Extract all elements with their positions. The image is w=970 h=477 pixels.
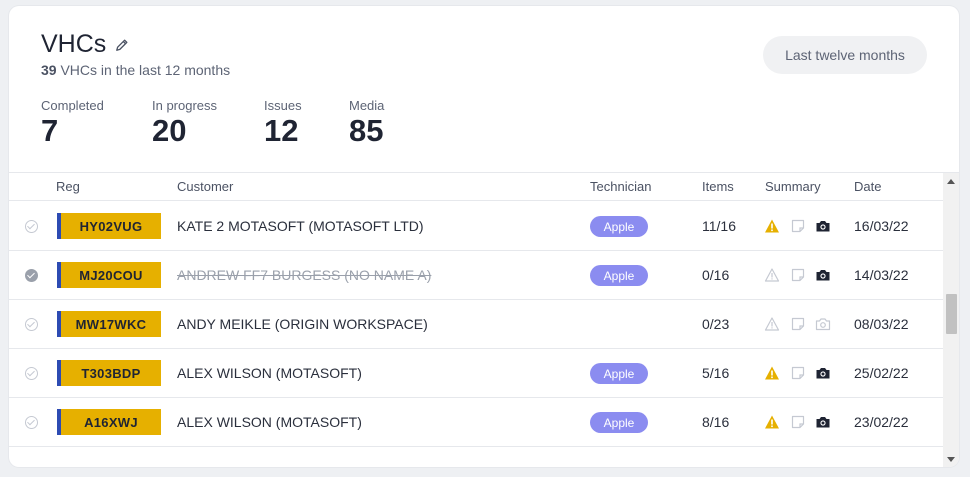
edit-pencil-icon[interactable] bbox=[115, 38, 129, 52]
row-date: 23/02/22 bbox=[854, 414, 909, 430]
customer-name: ANDREW FF7 BURGESS (NO NAME A) bbox=[177, 267, 432, 283]
status-check-icon bbox=[25, 269, 38, 282]
stat-in-progress: In progress 20 bbox=[152, 98, 217, 148]
reg-plate: T303BDP bbox=[57, 360, 161, 386]
table-header: Reg Customer Technician Items Summary Da… bbox=[9, 173, 943, 201]
reg-plate: A16XWJ bbox=[57, 409, 161, 435]
reg-plate: MW17WKC bbox=[57, 311, 161, 337]
row-date: 08/03/22 bbox=[854, 316, 909, 332]
camera-icon bbox=[816, 221, 830, 232]
scroll-down-arrow-icon[interactable] bbox=[947, 457, 955, 462]
camera-icon bbox=[816, 368, 830, 379]
warning-icon bbox=[765, 366, 779, 380]
reg-plate: MJ20COU bbox=[57, 262, 161, 288]
table-row[interactable]: A16XWJ ALEX WILSON (MOTASOFT) Apple 8/16 23/… bbox=[9, 398, 943, 447]
customer-name: KATE 2 MOTASOFT (MOTASOFT LTD) bbox=[177, 218, 424, 234]
column-items[interactable]: Items bbox=[702, 179, 734, 194]
row-date: 14/03/22 bbox=[854, 267, 909, 283]
stat-label: In progress bbox=[152, 98, 218, 113]
customer-name: ALEX WILSON (MOTASOFT) bbox=[177, 365, 362, 381]
column-reg[interactable]: Reg bbox=[56, 179, 80, 194]
column-customer[interactable]: Customer bbox=[177, 179, 233, 194]
items-count: 0/16 bbox=[702, 267, 730, 283]
subtitle-text: VHCs in the last 12 months bbox=[60, 62, 231, 78]
column-technician[interactable]: Technician bbox=[590, 179, 651, 194]
note-icon bbox=[791, 219, 805, 233]
items-count: 8/16 bbox=[702, 414, 730, 430]
table-row[interactable]: MW17WKC ANDY MEIKLE (ORIGIN WORKSPACE) 0/2… bbox=[9, 300, 943, 349]
technician-badge: Apple bbox=[590, 265, 648, 286]
stat-value: 12 bbox=[264, 113, 299, 148]
date-range-button[interactable]: Last twelve months bbox=[763, 36, 927, 74]
reg-plate: HY02VUG bbox=[57, 213, 161, 239]
stat-label: Media bbox=[349, 98, 385, 113]
row-date: 25/02/22 bbox=[854, 365, 909, 381]
table-row[interactable]: HY02VUG KATE 2 MOTASOFT (MOTASOFT LTD) App… bbox=[9, 202, 943, 251]
status-check-icon bbox=[25, 367, 38, 380]
technician-badge: Apple bbox=[590, 216, 648, 237]
page-subtitle: 39 VHCs in the last 12 months bbox=[41, 62, 230, 78]
camera-icon bbox=[815, 318, 831, 331]
vhc-card: VHCs 39 VHCs in the last 12 months Last … bbox=[9, 6, 959, 467]
warning-icon bbox=[764, 317, 780, 331]
note-icon bbox=[791, 268, 805, 282]
stat-value: 20 bbox=[152, 113, 187, 148]
vhc-table: Reg Customer Technician Items Summary Da… bbox=[9, 172, 959, 467]
page-title: VHCs bbox=[41, 30, 107, 58]
row-date: 16/03/22 bbox=[854, 218, 909, 234]
items-count: 11/16 bbox=[702, 218, 736, 234]
technician-badge: Apple bbox=[590, 412, 648, 433]
status-check-icon bbox=[25, 416, 38, 429]
stat-label: Completed bbox=[41, 98, 104, 113]
table-row[interactable]: T303BDP ALEX WILSON (MOTASOFT) Apple 5/16 25… bbox=[9, 349, 943, 398]
warning-icon bbox=[765, 415, 779, 429]
stat-issues: Issues 12 bbox=[264, 98, 302, 148]
technician-badge: Apple bbox=[590, 363, 648, 384]
stat-media: Media 85 bbox=[349, 98, 384, 148]
stat-value: 85 bbox=[349, 113, 384, 148]
items-count: 5/16 bbox=[702, 365, 730, 381]
camera-icon bbox=[816, 417, 830, 428]
column-date[interactable]: Date bbox=[854, 179, 881, 194]
status-check-icon bbox=[25, 318, 38, 331]
vhc-count: 39 bbox=[41, 62, 57, 78]
stat-completed: Completed 7 bbox=[41, 98, 104, 148]
scroll-up-arrow-icon[interactable] bbox=[947, 179, 955, 184]
stat-value: 7 bbox=[41, 113, 59, 148]
note-icon bbox=[791, 415, 805, 429]
customer-name: ALEX WILSON (MOTASOFT) bbox=[177, 414, 362, 430]
customer-name: ANDY MEIKLE (ORIGIN WORKSPACE) bbox=[177, 316, 428, 332]
scrollbar[interactable] bbox=[943, 173, 959, 467]
camera-icon bbox=[816, 270, 830, 281]
stat-label: Issues bbox=[264, 98, 302, 113]
scrollbar-thumb[interactable] bbox=[946, 294, 957, 334]
note-icon bbox=[791, 366, 805, 380]
warning-icon bbox=[765, 219, 779, 233]
table-row[interactable]: MJ20COU ANDREW FF7 BURGESS (NO NAME A) App… bbox=[9, 251, 943, 300]
warning-icon bbox=[764, 268, 780, 282]
card-header: VHCs 39 VHCs in the last 12 months Last … bbox=[9, 6, 959, 172]
column-summary[interactable]: Summary bbox=[765, 179, 821, 194]
note-icon bbox=[791, 317, 805, 331]
items-count: 0/23 bbox=[702, 316, 730, 332]
status-check-icon bbox=[25, 220, 38, 233]
